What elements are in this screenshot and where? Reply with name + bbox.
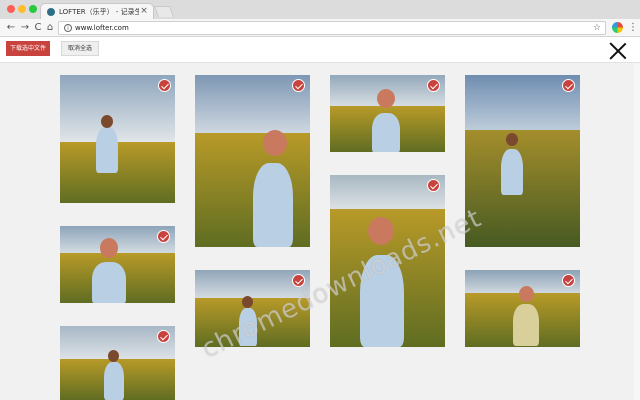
photo-6[interactable]: [60, 226, 175, 303]
selected-check-icon[interactable]: [427, 79, 440, 92]
reload-icon[interactable]: C: [32, 21, 44, 34]
maximize-window-icon[interactable]: [29, 5, 37, 13]
photo-8[interactable]: [465, 270, 580, 347]
browser-titlebar: LOFTER（乐乎） - 记录生活, ×: [0, 0, 640, 20]
tab-close-icon[interactable]: ×: [140, 6, 148, 16]
selected-check-icon[interactable]: [158, 79, 171, 92]
photo-2[interactable]: [195, 75, 310, 247]
browser-toolbar: ← → C ⌂ i www.lofter.com ☆ ⋮: [0, 19, 640, 37]
bookmark-star-icon[interactable]: ☆: [593, 22, 601, 34]
download-selected-button[interactable]: 下载选中文件: [6, 41, 50, 56]
minimize-window-icon[interactable]: [18, 5, 26, 13]
lofter-favicon-icon: [47, 8, 55, 16]
selected-check-icon[interactable]: [427, 179, 440, 192]
photo-gallery: chromedownloads.net: [0, 63, 640, 400]
new-tab-button[interactable]: [153, 6, 175, 17]
selected-check-icon[interactable]: [562, 79, 575, 92]
home-icon[interactable]: ⌂: [44, 21, 56, 34]
selected-check-icon[interactable]: [157, 230, 170, 243]
close-icon[interactable]: [609, 42, 627, 60]
browser-tab[interactable]: LOFTER（乐乎） - 记录生活, ×: [40, 3, 154, 19]
action-bar: 下载选中文件 取消全选: [0, 37, 640, 63]
photo-9[interactable]: [60, 326, 175, 400]
info-icon[interactable]: i: [64, 24, 72, 32]
deselect-all-button[interactable]: 取消全选: [61, 41, 99, 56]
tab-title: LOFTER（乐乎） - 记录生活,: [59, 8, 139, 16]
photo-1[interactable]: [60, 75, 175, 203]
extension-icon[interactable]: [612, 22, 623, 33]
browser-menu-icon[interactable]: ⋮: [628, 21, 638, 34]
close-window-icon[interactable]: [7, 5, 15, 13]
scrollbar[interactable]: [634, 63, 640, 400]
url-text[interactable]: www.lofter.com: [75, 22, 129, 34]
forward-arrow-icon[interactable]: →: [19, 21, 31, 34]
selected-check-icon[interactable]: [157, 330, 170, 343]
back-arrow-icon[interactable]: ←: [5, 21, 17, 34]
photo-3[interactable]: [330, 75, 445, 152]
selected-check-icon[interactable]: [292, 79, 305, 92]
address-bar[interactable]: i www.lofter.com ☆: [58, 21, 606, 35]
selected-check-icon[interactable]: [562, 274, 575, 287]
